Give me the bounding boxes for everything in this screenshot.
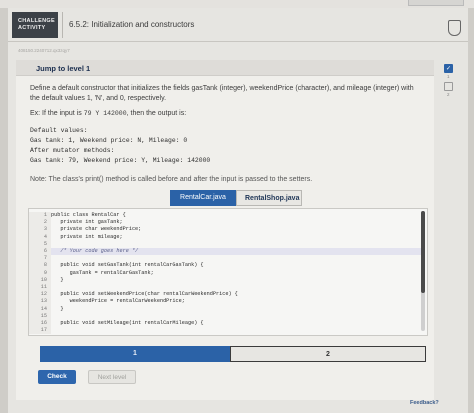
code-line[interactable]: 17 xyxy=(29,327,425,335)
activity-id: 408150.2240712.qx3zqy7 xyxy=(18,48,70,53)
example-input: 79 Y 142000 xyxy=(83,110,127,117)
shield-icon xyxy=(448,20,461,36)
output-line: Gas tank: 79, Weekend price: Y, Mileage:… xyxy=(30,157,211,164)
code-line[interactable]: 16 public void setMileage(int rentalCarM… xyxy=(29,320,425,328)
instructions-text: Define a default constructor that initia… xyxy=(30,85,414,102)
code-line[interactable]: 2 private int gasTank; xyxy=(29,219,425,227)
top-tab[interactable] xyxy=(408,0,464,6)
level-bar[interactable]: Jump to level 1 xyxy=(16,60,434,76)
code-line[interactable]: 14 } xyxy=(29,305,425,313)
tab-rentalshop-java[interactable]: RentalShop.java xyxy=(236,190,302,206)
feedback-link[interactable]: Feedback? xyxy=(410,400,439,406)
expected-output: Default values: Gas tank: 1, Weekend pric… xyxy=(30,126,210,166)
level-progress: 1 2 xyxy=(40,346,426,362)
file-tabs: RentalCar.java RentalShop.java xyxy=(170,190,302,206)
code-line[interactable]: 3 private char weekendPrice; xyxy=(29,226,425,234)
tab-rentalcar-java[interactable]: RentalCar.java xyxy=(170,190,236,206)
progress-segment-1[interactable]: 1 xyxy=(40,346,230,362)
code-line[interactable]: 8 public void setGasTank(int rentalCarGa… xyxy=(29,262,425,270)
example-prefix: Ex: If the input is xyxy=(30,110,82,117)
challenge-activity-card: CHALLENGE ACTIVITY 6.5.2: Initialization… xyxy=(8,8,468,413)
level-panel: Jump to level 1 Define a default constru… xyxy=(16,60,434,400)
code-editor[interactable]: 1 public class RentalCar { 2 private int … xyxy=(28,208,428,336)
code-line[interactable]: 5 xyxy=(29,240,425,248)
level-1-check-icon[interactable]: ✓ xyxy=(444,64,453,73)
code-line[interactable]: 11 xyxy=(29,284,425,292)
code-line-highlighted[interactable]: 6 /* Your code goes here */ xyxy=(29,248,425,256)
browser-top-strip xyxy=(0,0,474,8)
check-button[interactable]: Check xyxy=(38,370,76,384)
output-line: Gas tank: 1, Weekend price: N, Mileage: … xyxy=(30,137,188,144)
code-line[interactable]: 7 xyxy=(29,255,425,263)
section-title: 6.5.2: Initialization and constructors xyxy=(62,12,462,38)
progress-segment-2[interactable]: 2 xyxy=(230,346,426,362)
code-line[interactable]: 10 } xyxy=(29,276,425,284)
code-line[interactable]: 15 xyxy=(29,312,425,320)
output-line: After mutator methods: xyxy=(30,147,115,154)
level-checklist: ✓ 1 2 xyxy=(444,64,460,100)
code-line[interactable]: 1 public class RentalCar { xyxy=(29,212,425,220)
level-2-number: 2 xyxy=(447,92,450,97)
level-title: Jump to level 1 xyxy=(36,64,91,73)
example-text: Ex: If the input is 79 Y 142000, then th… xyxy=(30,110,186,117)
code-line[interactable]: 4 private int mileage; xyxy=(29,233,425,241)
example-suffix: , then the output is: xyxy=(126,110,187,117)
challenge-activity-badge: CHALLENGE ACTIVITY xyxy=(12,12,58,38)
level-2-checkbox[interactable] xyxy=(444,82,453,91)
note-text: Note: The class's print() method is call… xyxy=(30,176,313,183)
output-line: Default values: xyxy=(30,127,88,134)
code-line[interactable]: 9 gasTank = rentalCarGasTank; xyxy=(29,269,425,277)
editor-scrollbar-thumb[interactable] xyxy=(421,211,425,293)
badge-line-2: ACTIVITY xyxy=(18,25,46,31)
level-1-number: 1 xyxy=(447,74,450,79)
next-level-button[interactable]: Next level xyxy=(88,370,136,384)
activity-header: CHALLENGE ACTIVITY 6.5.2: Initialization… xyxy=(8,8,468,42)
badge-line-1: CHALLENGE xyxy=(18,18,55,24)
code-line[interactable]: 12 public void setWeekendPrice(char rent… xyxy=(29,291,425,299)
code-line[interactable]: 13 weekendPrice = rentalCarWeekendPrice; xyxy=(29,298,425,306)
editor-scrollbar[interactable] xyxy=(421,211,425,331)
